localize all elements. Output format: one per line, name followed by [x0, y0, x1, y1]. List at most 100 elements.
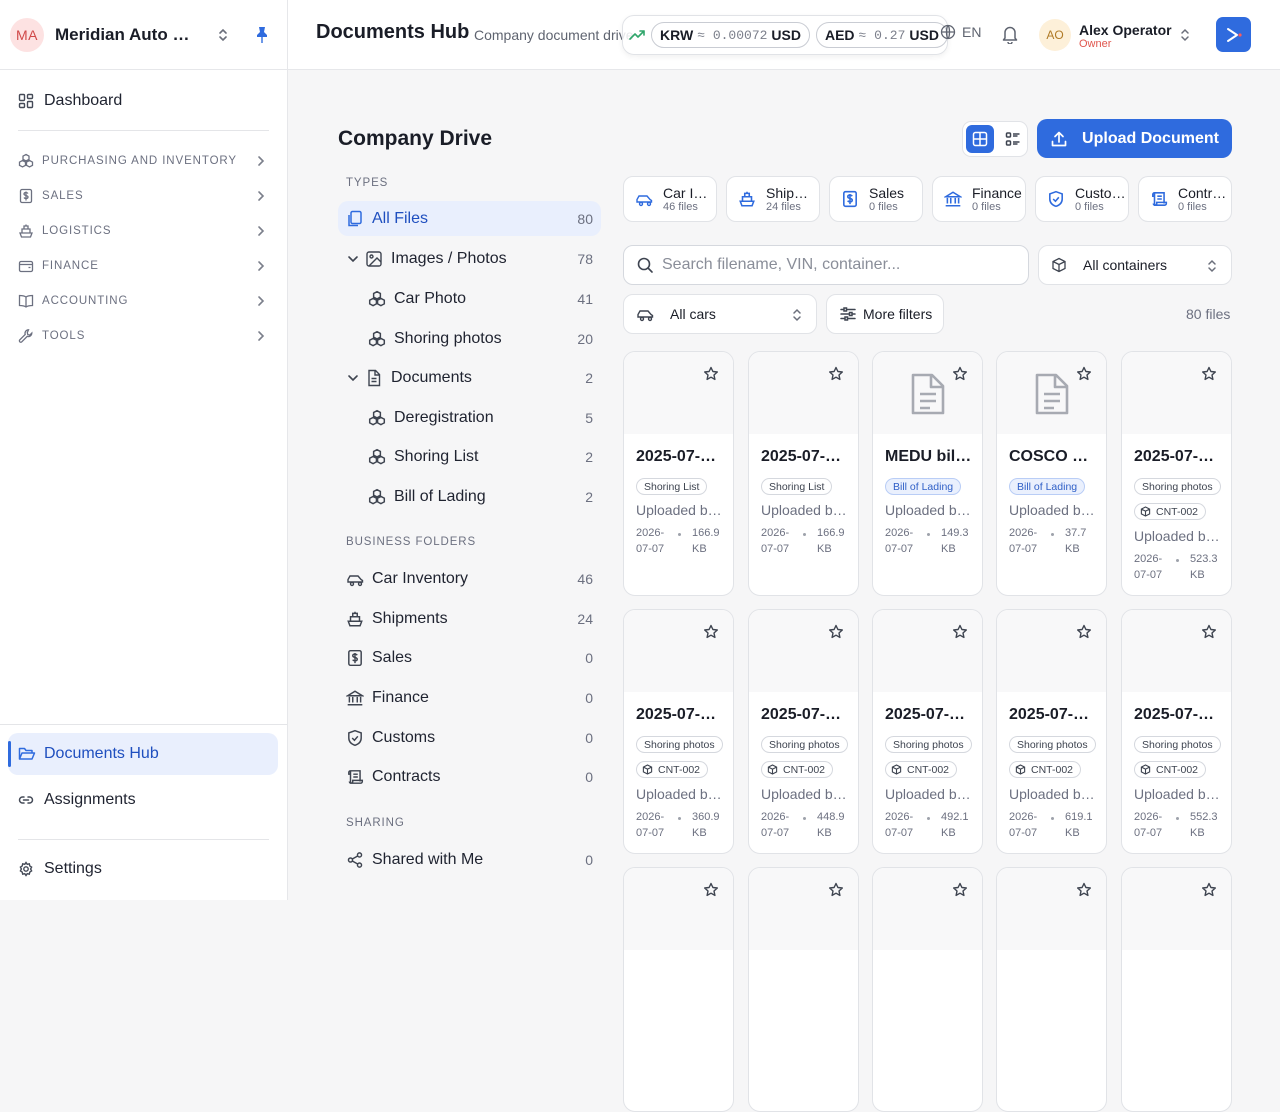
category-chip[interactable]: Contracts0 files	[1138, 176, 1232, 222]
nav-section-label: ACCOUNTING	[42, 295, 129, 307]
star-icon[interactable]	[1076, 366, 1092, 382]
tree-label: Contracts	[372, 767, 441, 785]
star-icon[interactable]	[703, 882, 719, 898]
star-icon[interactable]	[1076, 882, 1092, 898]
trend-up-icon	[629, 29, 645, 41]
file-card[interactable]: 2025-07-07 shoring photo Shoring photos CN…	[623, 609, 734, 854]
nav-section-tools[interactable]: TOOLS	[18, 326, 270, 346]
app-launcher-button[interactable]	[1216, 17, 1251, 52]
tree-deregistration[interactable]: Deregistration 5	[338, 400, 601, 435]
tree-label: Car Inventory	[372, 569, 469, 587]
file-card[interactable]: 2025-07-07 shoring list Shoring List Uploa…	[748, 351, 859, 596]
user-avatar[interactable]: AO	[1039, 19, 1071, 51]
grid-view-button[interactable]	[966, 125, 994, 153]
file-card[interactable]	[872, 867, 983, 1112]
nav-assignments[interactable]: Assignments	[18, 791, 136, 809]
tree-car-inventory[interactable]: Car Inventory 46	[338, 561, 601, 596]
file-card[interactable]: COSCO bill of lading Bill of Lading Upload…	[996, 351, 1107, 596]
rate-from: KRW	[660, 27, 694, 43]
nav-section-purchasing[interactable]: PURCHASING AND INVENTORY	[18, 151, 270, 171]
nav-dashboard[interactable]: Dashboard	[18, 90, 122, 112]
box-icon	[891, 764, 907, 775]
folder-open-icon	[18, 746, 44, 762]
chip-label: Contracts	[1178, 185, 1230, 201]
containers-select[interactable]: All containers	[1038, 245, 1232, 285]
box-icon	[1140, 506, 1156, 517]
nav-settings[interactable]: Settings	[18, 860, 102, 878]
tree-finance[interactable]: Finance 0	[338, 680, 601, 715]
file-card[interactable]	[623, 867, 734, 1112]
nav-section-logistics[interactable]: LOGISTICS	[18, 221, 270, 241]
bell-icon[interactable]	[1001, 24, 1019, 44]
file-card[interactable]: 2025-07-07 shoring photo Shoring photos CN…	[872, 609, 983, 854]
category-chip[interactable]: Customs 0 files	[1035, 176, 1129, 222]
scroll-icon	[348, 769, 364, 784]
user-name[interactable]: Alex Operator	[1079, 22, 1172, 38]
star-icon[interactable]	[828, 366, 844, 382]
tree-label: Images / Photos	[391, 249, 507, 267]
tree-label: Shared with Me	[372, 850, 484, 868]
workspace-switcher[interactable]: MA Meridian Auto Trading	[0, 0, 287, 70]
category-chip[interactable]: Finance 0 files	[932, 176, 1026, 222]
drive-title: Company Drive	[338, 127, 493, 150]
chevron-updown-icon[interactable]	[1178, 27, 1192, 43]
nav-documents-hub[interactable]: Documents Hub	[8, 733, 278, 775]
cubes-icon	[368, 488, 386, 504]
tree-images-photos[interactable]: Images / Photos 78	[338, 241, 601, 276]
star-icon[interactable]	[952, 366, 968, 382]
tree-shoring-photos[interactable]: Shoring photos 20	[338, 321, 601, 356]
globe-icon	[940, 24, 956, 40]
tree-customs[interactable]: Customs 0	[338, 720, 601, 755]
tree-count: 5	[585, 409, 593, 426]
cars-select[interactable]: All cars	[623, 294, 817, 334]
nav-dashboard-label: Dashboard	[44, 92, 123, 109]
star-icon[interactable]	[828, 882, 844, 898]
tree-shoring-list[interactable]: Shoring List 2	[338, 439, 601, 474]
category-chip[interactable]: Sales 0 files	[829, 176, 923, 222]
star-icon[interactable]	[952, 882, 968, 898]
star-icon[interactable]	[1201, 882, 1217, 898]
star-icon[interactable]	[952, 624, 968, 640]
pin-icon[interactable]	[254, 26, 270, 44]
tree-all-files[interactable]: All Files 80	[338, 201, 601, 236]
upload-label: Upload Document	[1082, 129, 1219, 147]
file-card[interactable]	[748, 867, 859, 1112]
category-chip[interactable]: Shipments24 files	[726, 176, 820, 222]
star-icon[interactable]	[1201, 624, 1217, 640]
search-input[interactable]	[662, 256, 1002, 274]
file-card[interactable]: 2025-07-07 shoring photo Shoring photos CN…	[996, 609, 1107, 854]
list-view-button[interactable]	[999, 125, 1027, 153]
tree-car-photo[interactable]: Car Photo 41	[338, 281, 601, 316]
tree-bill-of-lading[interactable]: Bill of Lading 2	[338, 479, 601, 514]
nav-section-sales[interactable]: SALES	[18, 186, 270, 206]
tree-documents[interactable]: Documents 2	[338, 360, 601, 395]
search-field[interactable]	[623, 245, 1029, 285]
star-icon[interactable]	[703, 624, 719, 640]
star-icon[interactable]	[828, 624, 844, 640]
nav-section-accounting[interactable]: ACCOUNTING	[18, 291, 270, 311]
tree-shared-with-me[interactable]: Shared with Me 0	[338, 842, 601, 877]
file-date: 2026-07-07	[1134, 811, 1163, 839]
file-card[interactable]: 2025-07-07 shoring list Shoring List Uploa…	[623, 351, 734, 596]
file-card[interactable]: 2025-07-07 shoring photo Shoring photos CN…	[1121, 609, 1232, 854]
file-thumbnail	[873, 610, 982, 692]
category-chip[interactable]: Car Inventory46 files	[623, 176, 717, 222]
file-card[interactable]: MEDU bill of lading Bill of Lading Uploade…	[872, 351, 983, 596]
star-icon[interactable]	[703, 366, 719, 382]
file-card[interactable]: 2025-07-07 shoring photo Shoring photos CN…	[748, 609, 859, 854]
star-icon[interactable]	[1076, 624, 1092, 640]
file-card[interactable]	[996, 867, 1107, 1112]
chip-count: 0 files	[1075, 200, 1104, 213]
language-switcher[interactable]: EN	[940, 24, 981, 40]
file-card[interactable]: 2025-07-07 shoring photo Shoring photos CN…	[1121, 351, 1232, 596]
upload-document-button[interactable]: Upload Document	[1037, 119, 1232, 158]
tree-sales[interactable]: Sales 0	[338, 640, 601, 675]
more-filters-button[interactable]: More filters	[826, 294, 944, 334]
nav-section-finance[interactable]: FINANCE	[18, 256, 270, 276]
star-icon[interactable]	[1201, 366, 1217, 382]
tree-shipments[interactable]: Shipments 24	[338, 601, 601, 636]
tree-contracts[interactable]: Contracts 0	[338, 759, 601, 794]
file-type-tag: Shoring List	[761, 478, 833, 495]
file-card[interactable]	[1121, 867, 1232, 1112]
file-size: 166.9 KB	[692, 527, 720, 555]
